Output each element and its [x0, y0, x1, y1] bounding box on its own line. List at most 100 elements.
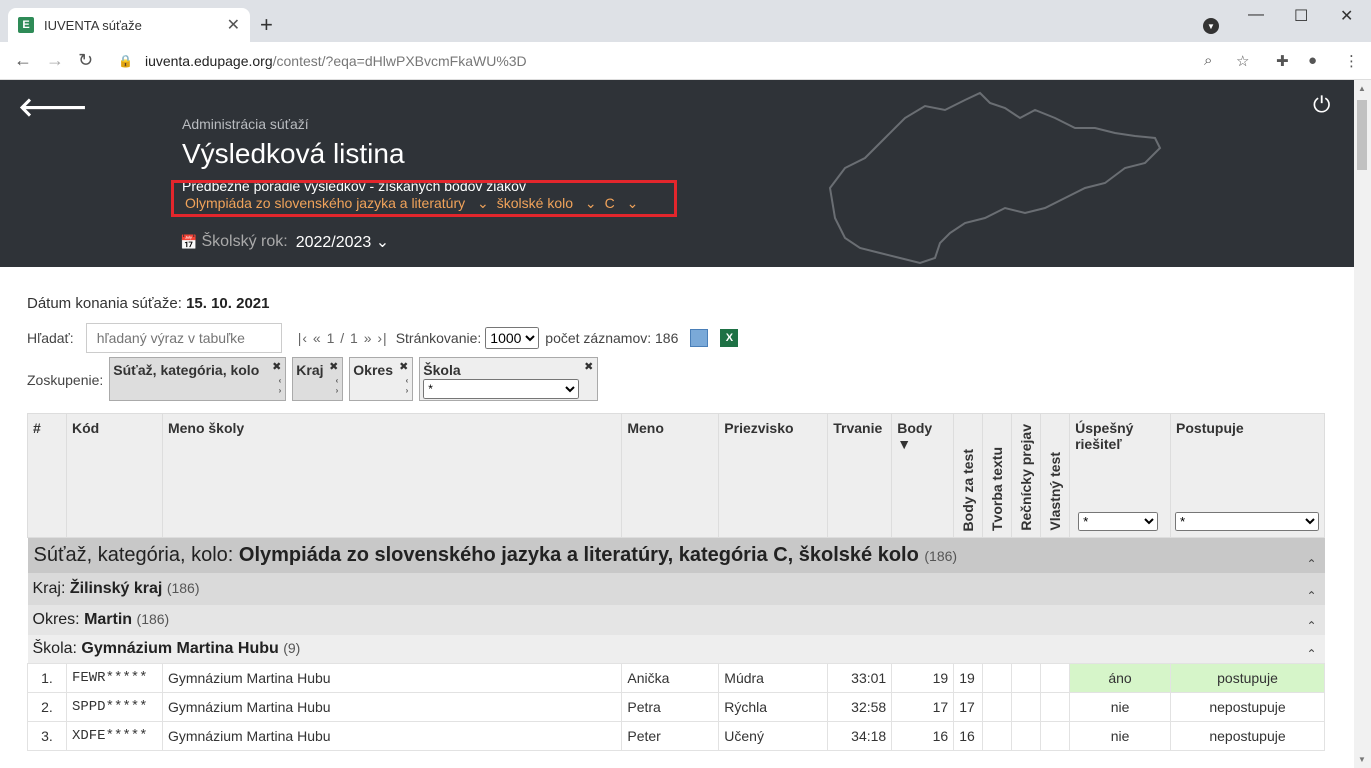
minimize-icon[interactable]: — — [1248, 6, 1264, 24]
group-chip-contest[interactable]: Súťaž, kategória, kolo ✖ ‹ › — [109, 357, 287, 401]
bookmark-star-icon[interactable]: ☆ — [1236, 52, 1249, 70]
school-year-dropdown[interactable]: 2022/2023 ⌄ — [296, 232, 390, 252]
move-icon[interactable]: ‹ › — [336, 376, 339, 396]
cell-own-test — [1040, 721, 1071, 751]
back-arrow-icon[interactable]: 🡐 — [18, 92, 88, 123]
back-icon[interactable]: ← — [14, 50, 32, 71]
tab-title: IUVENTA súťaže — [44, 17, 142, 33]
highlight-box — [171, 180, 677, 217]
scroll-up-icon[interactable]: ▲ — [1358, 84, 1366, 93]
cell-school: Gymnázium Martina Hubu — [161, 721, 623, 751]
col-success[interactable]: Úspešný riešiteľ * — [1069, 413, 1172, 538]
page-header: 🡐 ⏻ Administrácia súťaží Výsledková list… — [0, 80, 1354, 267]
cell-num: 3. — [27, 721, 67, 751]
pager[interactable]: |‹ « 1 / 1 » ›| — [298, 330, 388, 346]
browser-tabbar: E IUVENTA súťaže ✕ + ▼ — ☐ ✕ — [0, 0, 1371, 42]
group-row-contest[interactable]: Súťaž, kategória, kolo: Olympiáda zo slo… — [27, 537, 1325, 573]
table-row[interactable]: 2. SPPD***** Gymnázium Martina Hubu Petr… — [27, 692, 1325, 722]
forward-icon[interactable]: → — [46, 50, 64, 71]
menu-icon[interactable]: ⋮ — [1344, 52, 1359, 70]
cell-num: 1. — [27, 663, 67, 693]
move-icon[interactable]: ‹ › — [279, 376, 282, 396]
excel-export-icon[interactable]: X — [720, 329, 739, 347]
table-toolbar: Hľadať: |‹ « 1 / 1 » ›| Stránkovanie: 10… — [27, 323, 739, 353]
col-num[interactable]: # — [27, 413, 67, 538]
cell-code: XDFE***** — [65, 721, 163, 751]
group-chip-region[interactable]: Kraj ✖ ‹ › — [292, 357, 344, 401]
school-filter-select[interactable]: * — [423, 379, 580, 399]
cell-test-points: 17 — [953, 692, 984, 722]
browser-tab[interactable]: E IUVENTA súťaže ✕ — [8, 8, 250, 42]
cell-points: 16 — [891, 721, 955, 751]
group-row-school[interactable]: Škola: Gymnázium Martina Hubu (9) ⌃ — [27, 635, 1325, 664]
cell-advance: nepostupuje — [1170, 692, 1325, 722]
reload-icon[interactable]: ↻ — [78, 50, 93, 71]
page-scrollbar[interactable]: ▲ ▼ — [1354, 80, 1371, 768]
scroll-thumb[interactable] — [1357, 100, 1367, 170]
cell-success: nie — [1069, 721, 1172, 751]
collapse-icon[interactable]: ⌃ — [1306, 619, 1316, 633]
new-tab-icon[interactable]: + — [260, 12, 273, 38]
col-last-name[interactable]: Priezvisko — [718, 413, 829, 538]
collapse-icon[interactable]: ⌃ — [1306, 557, 1316, 571]
col-points[interactable]: Body ▼ — [891, 413, 955, 538]
remove-icon[interactable]: ✖ — [272, 360, 281, 373]
power-icon[interactable]: ⏻ — [1313, 92, 1330, 118]
group-chip-school[interactable]: Škola ✖ * — [419, 357, 599, 401]
cell-points: 17 — [891, 692, 955, 722]
url-field[interactable]: 🔒 iuventa.edupage.org/contest/?eqa=dHlwP… — [108, 47, 1268, 75]
school-year-row: 📅 Školský rok: 2022/2023 ⌄ — [180, 232, 389, 252]
cell-advance: nepostupuje — [1170, 721, 1325, 751]
col-test-points[interactable]: Body za test — [953, 413, 984, 538]
success-filter-select[interactable]: * — [1078, 512, 1159, 531]
profile-icon[interactable]: ● — [1308, 52, 1317, 69]
profile-dropdown-icon[interactable]: ▼ — [1203, 18, 1219, 34]
calendar-icon: 📅 — [180, 233, 198, 250]
remove-icon[interactable]: ✖ — [584, 360, 593, 373]
col-speech[interactable]: Rečnícky prejav — [1011, 413, 1042, 538]
remove-icon[interactable]: ✖ — [399, 360, 408, 373]
scroll-down-icon[interactable]: ▼ — [1358, 755, 1366, 764]
close-window-icon[interactable]: ✕ — [1340, 6, 1353, 26]
maximize-icon[interactable]: ☐ — [1294, 6, 1308, 26]
cell-last-name: Múdra — [718, 663, 829, 693]
remove-icon[interactable]: ✖ — [329, 360, 338, 373]
cell-num: 2. — [27, 692, 67, 722]
col-own-test[interactable]: Vlastný test — [1040, 413, 1071, 538]
move-icon[interactable]: ‹ › — [406, 376, 409, 396]
search-input[interactable] — [85, 323, 282, 353]
cell-first-name: Petra — [621, 692, 720, 722]
cell-speech — [1011, 721, 1042, 751]
collapse-icon[interactable]: ⌃ — [1306, 647, 1316, 661]
col-code[interactable]: Kód — [65, 413, 163, 538]
paging-select[interactable]: 1000 — [485, 327, 540, 349]
col-duration[interactable]: Trvanie — [827, 413, 893, 538]
table-row[interactable]: 1. FEWR***** Gymnázium Martina Hubu Anič… — [27, 663, 1325, 693]
group-row-region[interactable]: Kraj: Žilinský kraj (186) ⌃ — [27, 573, 1325, 605]
cell-success: áno — [1069, 663, 1172, 693]
cell-success: nie — [1069, 692, 1172, 722]
advance-filter-select[interactable]: * — [1175, 512, 1320, 531]
group-chip-district[interactable]: Okres ✖ ‹ › — [349, 357, 414, 401]
col-first-name[interactable]: Meno — [621, 413, 720, 538]
columns-icon[interactable] — [690, 329, 709, 347]
col-advance[interactable]: Postupuje * — [1170, 413, 1325, 538]
page-subtitle: Administrácia súťaží — [182, 116, 309, 132]
cell-first-name: Anička — [621, 663, 720, 693]
col-text-creation[interactable]: Tvorba textu — [982, 413, 1013, 538]
table-row[interactable]: 3. XDFE***** Gymnázium Martina Hubu Pete… — [27, 721, 1325, 751]
address-bar: ← → ↻ 🔒 iuventa.edupage.org/contest/?eqa… — [0, 42, 1371, 80]
cell-duration: 34:18 — [827, 721, 893, 751]
sort-desc-icon: ▼ — [897, 436, 912, 452]
group-row-district[interactable]: Okres: Martin (186) ⌃ — [27, 605, 1325, 635]
zoom-icon[interactable]: ⌕ — [1204, 52, 1212, 69]
page-title: Výsledková listina — [182, 138, 405, 169]
tab-close-icon[interactable]: ✕ — [227, 15, 240, 35]
school-year-label: Školský rok: — [201, 233, 288, 250]
cell-first-name: Peter — [621, 721, 720, 751]
extensions-icon[interactable]: ✚ — [1276, 52, 1289, 70]
collapse-icon[interactable]: ⌃ — [1306, 589, 1316, 603]
col-school[interactable]: Meno školy — [161, 413, 623, 538]
grouping-row: Zoskupenie: Súťaž, kategória, kolo ✖ ‹ › Kr… — [27, 357, 604, 401]
cell-test-points: 16 — [953, 721, 984, 751]
